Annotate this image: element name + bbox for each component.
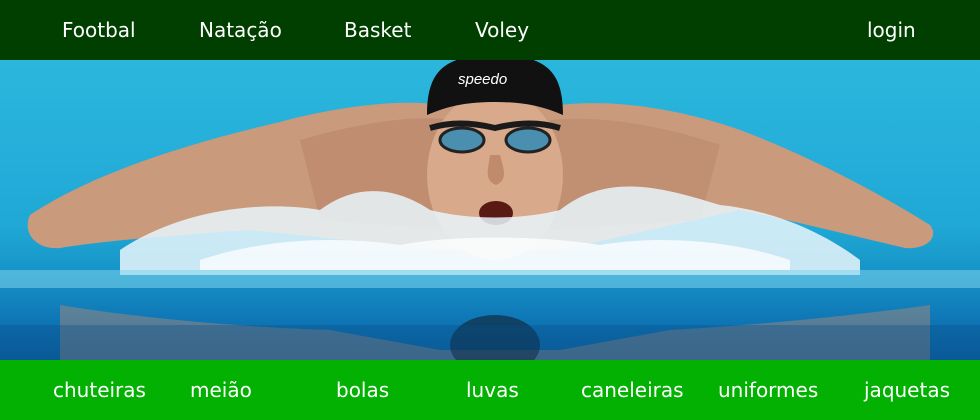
category-jaquetas[interactable]: jaquetas bbox=[864, 360, 950, 420]
nav-item-natacao[interactable]: Natação bbox=[199, 0, 282, 60]
category-chuteiras[interactable]: chuteiras bbox=[53, 360, 146, 420]
category-meiao[interactable]: meião bbox=[190, 360, 252, 420]
category-bolas[interactable]: bolas bbox=[336, 360, 389, 420]
category-uniformes[interactable]: uniformes bbox=[718, 360, 818, 420]
category-luvas[interactable]: luvas bbox=[466, 360, 519, 420]
goggle-right bbox=[504, 126, 552, 154]
water-surface bbox=[0, 270, 980, 288]
water-splash-foam bbox=[200, 237, 790, 270]
category-navigation-bar: chuteiras meião bolas luvas caneleiras u… bbox=[0, 360, 980, 420]
hero-image-swimmer: speedo bbox=[0, 60, 980, 360]
nav-item-basket[interactable]: Basket bbox=[344, 0, 411, 60]
nav-item-footbal[interactable]: Footbal bbox=[62, 0, 136, 60]
login-link[interactable]: login bbox=[867, 0, 916, 60]
cap-brand-text: speedo bbox=[458, 71, 507, 88]
goggle-left bbox=[438, 126, 486, 154]
swimmer-illustration: speedo bbox=[0, 60, 980, 360]
pool-lane-dark bbox=[0, 325, 980, 360]
nav-item-voley[interactable]: Voley bbox=[475, 0, 529, 60]
category-caneleiras[interactable]: caneleiras bbox=[581, 360, 684, 420]
top-navigation-bar: Footbal Natação Basket Voley login bbox=[0, 0, 980, 60]
